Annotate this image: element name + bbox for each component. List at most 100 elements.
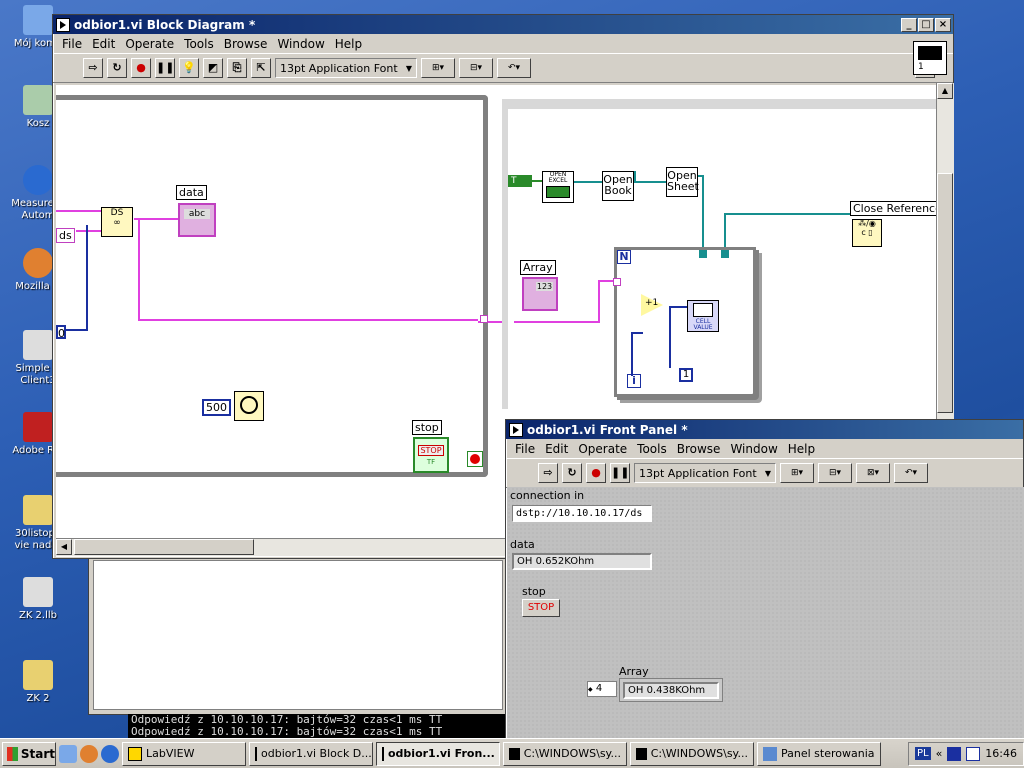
menu-browse[interactable]: Browse	[672, 442, 726, 456]
menu-help[interactable]: Help	[330, 37, 367, 51]
tray-app-icon[interactable]	[947, 746, 962, 761]
constant-one[interactable]: 1	[679, 368, 693, 382]
run-continuous-icon[interactable]: ↻	[562, 463, 582, 483]
close-button[interactable]: ×	[935, 17, 951, 32]
stop-terminal-label: stop	[412, 420, 442, 435]
menu-edit[interactable]: Edit	[87, 37, 120, 51]
open-excel-node[interactable]: OPEN EXCEL	[542, 171, 574, 203]
scroll-left-arrow-icon[interactable]: ◀	[56, 539, 72, 555]
firefox-icon[interactable]	[80, 744, 98, 763]
taskbar-item-front-panel[interactable]: odbior1.vi Fron...	[376, 741, 500, 766]
for-loop-index-terminal[interactable]: i	[627, 374, 641, 388]
front-panel-titlebar[interactable]: odbior1.vi Front Panel *	[506, 420, 1023, 439]
wait-time-constant[interactable]: 500	[202, 399, 231, 416]
reorder-icon[interactable]: ↶▾	[894, 463, 928, 483]
taskbar-item-control-panel[interactable]: Panel sterowania	[757, 741, 881, 766]
system-tray: PL « 16:46	[907, 741, 1024, 766]
step-into-icon[interactable]: ⎘	[227, 58, 247, 78]
font-selector[interactable]: 13pt Application Font ▼	[275, 58, 417, 78]
stop-label: stop	[522, 585, 546, 598]
show-desktop-icon[interactable]	[59, 744, 77, 763]
close-reference-node[interactable]: ⁂/◉ c ▯	[852, 219, 882, 247]
desktop-icon-zk2-llb[interactable]: ZK 2.llb	[8, 577, 68, 622]
distribute-objects-icon[interactable]: ⊟▾	[818, 463, 852, 483]
menu-window[interactable]: Window	[725, 442, 782, 456]
abort-icon[interactable]: ●	[586, 463, 606, 483]
window-title: odbior1.vi Front Panel *	[527, 422, 688, 437]
ds-terminal[interactable]: ds	[56, 228, 75, 243]
datasocket-read-node[interactable]: DS ∞	[101, 207, 133, 237]
retain-wire-values-icon[interactable]: ◩	[203, 58, 223, 78]
vi-icon[interactable]: 1	[913, 41, 947, 75]
array-terminal[interactable]: 123	[522, 277, 558, 311]
connection-input[interactable]: dstp://10.10.10.17/ds	[512, 505, 652, 522]
reference-wire	[574, 181, 602, 183]
labview-icon	[128, 746, 142, 761]
open-sheet-node[interactable]: Open Sheet	[666, 167, 699, 197]
highlight-execution-icon[interactable]: 💡	[179, 58, 199, 78]
menu-tools[interactable]: Tools	[632, 442, 672, 456]
abort-icon[interactable]: ●	[131, 58, 151, 78]
index-zero-terminal[interactable]: 0	[56, 325, 66, 340]
step-out-icon[interactable]: ⇱	[251, 58, 271, 78]
horizontal-scrollbar[interactable]: ◀	[56, 538, 506, 556]
menu-help[interactable]: Help	[783, 442, 820, 456]
minimize-button[interactable]: _	[901, 17, 917, 32]
pause-icon[interactable]: ❚❚	[610, 463, 630, 483]
open-book-node[interactable]: Open Book	[602, 171, 634, 201]
resize-objects-icon[interactable]: ⊠▾	[856, 463, 890, 483]
start-button[interactable]: Start	[2, 741, 56, 766]
scroll-up-arrow-icon[interactable]: ▲	[937, 83, 953, 99]
menu-window[interactable]: Window	[272, 37, 329, 51]
stop-terminal[interactable]: STOP TF	[413, 437, 449, 473]
menu-browse[interactable]: Browse	[219, 37, 273, 51]
internet-explorer-icon[interactable]	[101, 744, 119, 763]
scroll-thumb[interactable]	[937, 173, 953, 413]
adobe-reader-icon	[23, 412, 53, 442]
open-book-label: Open Book	[603, 173, 633, 197]
data-indicator-terminal[interactable]: abc	[178, 203, 216, 237]
taskbar-item-block-diagram[interactable]: odbior1.vi Block D...	[249, 741, 373, 766]
stepper-arrows-icon[interactable]: ◆	[588, 686, 593, 693]
for-loop-count-terminal[interactable]: N	[617, 250, 631, 264]
data-wire	[138, 319, 478, 321]
conditional-terminal[interactable]	[467, 451, 483, 467]
menu-file[interactable]: File	[57, 37, 87, 51]
align-objects-icon[interactable]: ⊞▾	[780, 463, 814, 483]
console-window: Odpowiedź z 10.10.10.17: bajtów=32 czas<…	[128, 714, 508, 738]
menu-tools[interactable]: Tools	[179, 37, 219, 51]
desktop-icon-folder-zk2[interactable]: ZK 2	[8, 660, 68, 705]
maximize-button[interactable]: □	[918, 17, 934, 32]
array-index-control[interactable]: ◆ 4	[587, 681, 617, 697]
run-continuous-icon[interactable]: ↻	[107, 58, 127, 78]
recycle-bin-icon	[23, 85, 53, 115]
run-arrow-icon[interactable]: ⇨	[83, 58, 103, 78]
scroll-thumb[interactable]	[74, 539, 254, 555]
network-icon[interactable]	[966, 746, 981, 761]
align-objects-icon[interactable]: ⊞▾	[421, 58, 455, 78]
double-chevron-icon[interactable]: «	[936, 747, 943, 760]
menu-file[interactable]: File	[510, 442, 540, 456]
block-diagram-titlebar[interactable]: odbior1.vi Block Diagram * _ □ ×	[53, 15, 953, 34]
vertical-scrollbar[interactable]: ▲	[936, 83, 954, 423]
folder-icon	[23, 495, 53, 525]
clock-icon	[240, 396, 258, 414]
wait-ms-node[interactable]	[234, 391, 264, 421]
reorder-icon[interactable]: ↶▾	[497, 58, 531, 78]
menu-edit[interactable]: Edit	[540, 442, 573, 456]
set-cell-value-node[interactable]: CELL VALUE	[687, 300, 719, 332]
taskbar-item-cmd-1[interactable]: C:\WINDOWS\sy...	[503, 741, 627, 766]
taskbar-item-labview[interactable]: LabVIEW	[122, 741, 246, 766]
run-arrow-icon[interactable]: ⇨	[538, 463, 558, 483]
stop-button[interactable]: STOP	[522, 599, 560, 617]
language-indicator[interactable]: PL	[914, 747, 931, 760]
reference-wire	[724, 213, 850, 215]
menu-operate[interactable]: Operate	[120, 37, 179, 51]
distribute-objects-icon[interactable]: ⊟▾	[459, 58, 493, 78]
menu-operate[interactable]: Operate	[573, 442, 632, 456]
front-panel-canvas[interactable]: connection in dstp://10.10.10.17/ds data…	[507, 487, 1024, 745]
true-constant[interactable]: T	[508, 175, 532, 187]
pause-icon[interactable]: ❚❚	[155, 58, 175, 78]
taskbar-item-cmd-2[interactable]: C:\WINDOWS\sy...	[630, 741, 754, 766]
font-selector[interactable]: 13pt Application Font ▼	[634, 463, 776, 483]
